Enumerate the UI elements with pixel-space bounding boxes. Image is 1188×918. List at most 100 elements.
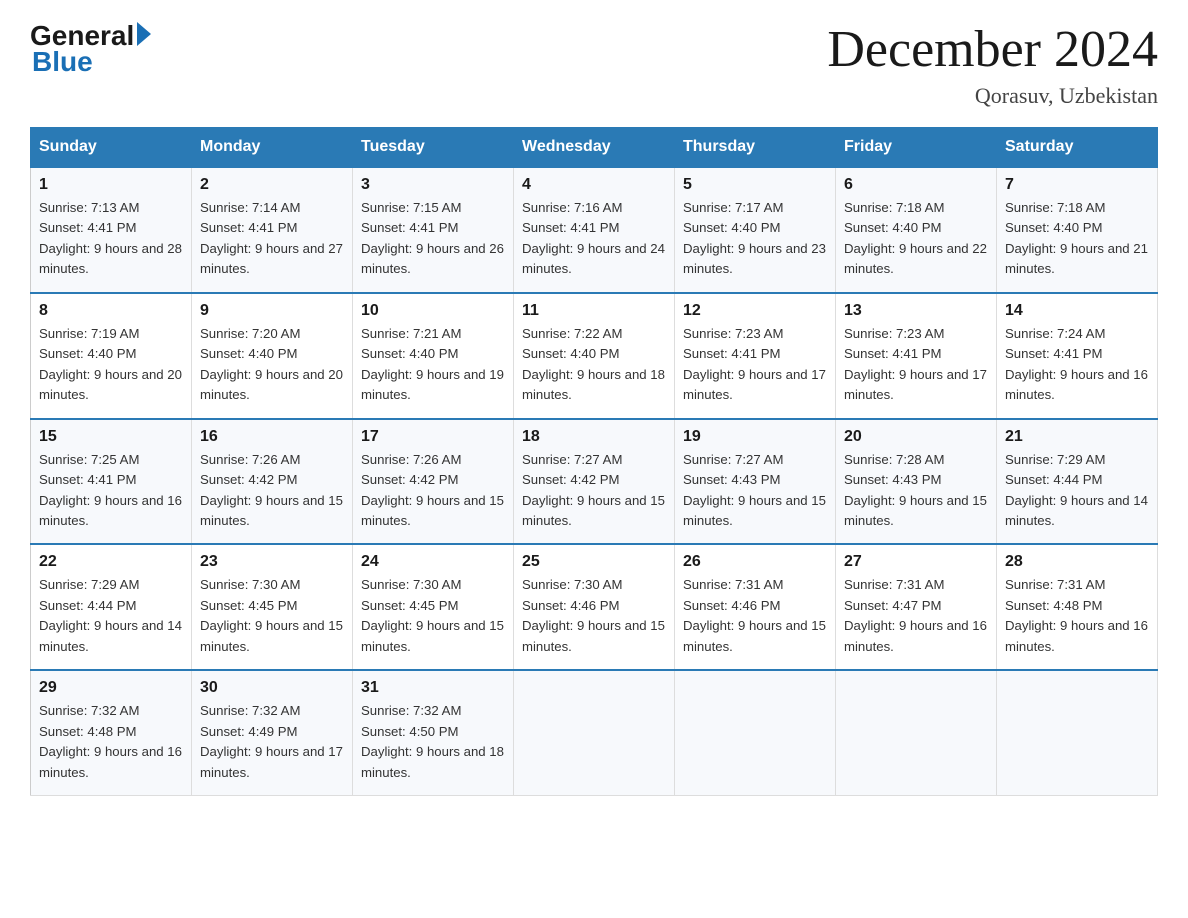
day-number: 31 <box>361 679 505 697</box>
day-info: Sunrise: 7:32 AMSunset: 4:50 PMDaylight:… <box>361 703 504 779</box>
day-info: Sunrise: 7:28 AMSunset: 4:43 PMDaylight:… <box>844 452 987 528</box>
day-info: Sunrise: 7:27 AMSunset: 4:42 PMDaylight:… <box>522 452 665 528</box>
calendar-cell <box>514 670 675 795</box>
calendar-week-row: 1 Sunrise: 7:13 AMSunset: 4:41 PMDayligh… <box>31 167 1158 293</box>
day-number: 25 <box>522 553 666 571</box>
day-number: 19 <box>683 428 827 446</box>
calendar-cell: 4 Sunrise: 7:16 AMSunset: 4:41 PMDayligh… <box>514 167 675 293</box>
calendar-cell: 5 Sunrise: 7:17 AMSunset: 4:40 PMDayligh… <box>675 167 836 293</box>
day-info: Sunrise: 7:21 AMSunset: 4:40 PMDaylight:… <box>361 326 504 402</box>
day-number: 18 <box>522 428 666 446</box>
day-number: 16 <box>200 428 344 446</box>
calendar-week-row: 8 Sunrise: 7:19 AMSunset: 4:40 PMDayligh… <box>31 293 1158 419</box>
calendar-cell: 7 Sunrise: 7:18 AMSunset: 4:40 PMDayligh… <box>997 167 1158 293</box>
day-info: Sunrise: 7:23 AMSunset: 4:41 PMDaylight:… <box>844 326 987 402</box>
day-number: 9 <box>200 302 344 320</box>
day-info: Sunrise: 7:30 AMSunset: 4:46 PMDaylight:… <box>522 577 665 653</box>
day-info: Sunrise: 7:29 AMSunset: 4:44 PMDaylight:… <box>1005 452 1148 528</box>
calendar-cell: 9 Sunrise: 7:20 AMSunset: 4:40 PMDayligh… <box>192 293 353 419</box>
calendar-cell: 22 Sunrise: 7:29 AMSunset: 4:44 PMDaylig… <box>31 544 192 670</box>
location-subtitle: Qorasuv, Uzbekistan <box>827 83 1158 109</box>
day-number: 28 <box>1005 553 1149 571</box>
day-info: Sunrise: 7:32 AMSunset: 4:48 PMDaylight:… <box>39 703 182 779</box>
title-block: December 2024 Qorasuv, Uzbekistan <box>827 20 1158 109</box>
day-info: Sunrise: 7:20 AMSunset: 4:40 PMDaylight:… <box>200 326 343 402</box>
day-number: 14 <box>1005 302 1149 320</box>
column-header-monday: Monday <box>192 128 353 168</box>
calendar-cell: 15 Sunrise: 7:25 AMSunset: 4:41 PMDaylig… <box>31 419 192 545</box>
calendar-cell: 16 Sunrise: 7:26 AMSunset: 4:42 PMDaylig… <box>192 419 353 545</box>
calendar-cell: 21 Sunrise: 7:29 AMSunset: 4:44 PMDaylig… <box>997 419 1158 545</box>
day-info: Sunrise: 7:16 AMSunset: 4:41 PMDaylight:… <box>522 200 665 276</box>
day-info: Sunrise: 7:32 AMSunset: 4:49 PMDaylight:… <box>200 703 343 779</box>
day-info: Sunrise: 7:17 AMSunset: 4:40 PMDaylight:… <box>683 200 826 276</box>
column-header-sunday: Sunday <box>31 128 192 168</box>
calendar-header-row: SundayMondayTuesdayWednesdayThursdayFrid… <box>31 128 1158 168</box>
calendar-week-row: 15 Sunrise: 7:25 AMSunset: 4:41 PMDaylig… <box>31 419 1158 545</box>
day-info: Sunrise: 7:24 AMSunset: 4:41 PMDaylight:… <box>1005 326 1148 402</box>
calendar-cell: 23 Sunrise: 7:30 AMSunset: 4:45 PMDaylig… <box>192 544 353 670</box>
day-number: 23 <box>200 553 344 571</box>
column-header-friday: Friday <box>836 128 997 168</box>
calendar-cell: 8 Sunrise: 7:19 AMSunset: 4:40 PMDayligh… <box>31 293 192 419</box>
logo: General Blue <box>30 20 151 78</box>
calendar-cell: 12 Sunrise: 7:23 AMSunset: 4:41 PMDaylig… <box>675 293 836 419</box>
day-info: Sunrise: 7:31 AMSunset: 4:47 PMDaylight:… <box>844 577 987 653</box>
calendar-cell: 11 Sunrise: 7:22 AMSunset: 4:40 PMDaylig… <box>514 293 675 419</box>
month-title: December 2024 <box>827 20 1158 79</box>
calendar-cell: 10 Sunrise: 7:21 AMSunset: 4:40 PMDaylig… <box>353 293 514 419</box>
calendar-cell: 2 Sunrise: 7:14 AMSunset: 4:41 PMDayligh… <box>192 167 353 293</box>
day-info: Sunrise: 7:18 AMSunset: 4:40 PMDaylight:… <box>844 200 987 276</box>
calendar-cell: 26 Sunrise: 7:31 AMSunset: 4:46 PMDaylig… <box>675 544 836 670</box>
day-info: Sunrise: 7:13 AMSunset: 4:41 PMDaylight:… <box>39 200 182 276</box>
calendar-cell: 17 Sunrise: 7:26 AMSunset: 4:42 PMDaylig… <box>353 419 514 545</box>
day-info: Sunrise: 7:25 AMSunset: 4:41 PMDaylight:… <box>39 452 182 528</box>
calendar-cell: 27 Sunrise: 7:31 AMSunset: 4:47 PMDaylig… <box>836 544 997 670</box>
day-info: Sunrise: 7:31 AMSunset: 4:46 PMDaylight:… <box>683 577 826 653</box>
day-info: Sunrise: 7:22 AMSunset: 4:40 PMDaylight:… <box>522 326 665 402</box>
day-number: 10 <box>361 302 505 320</box>
logo-arrow-icon <box>137 22 151 46</box>
day-info: Sunrise: 7:14 AMSunset: 4:41 PMDaylight:… <box>200 200 343 276</box>
day-number: 7 <box>1005 176 1149 194</box>
day-info: Sunrise: 7:27 AMSunset: 4:43 PMDaylight:… <box>683 452 826 528</box>
column-header-saturday: Saturday <box>997 128 1158 168</box>
day-number: 15 <box>39 428 183 446</box>
logo-blue-text: Blue <box>32 46 93 78</box>
day-number: 6 <box>844 176 988 194</box>
calendar-cell: 29 Sunrise: 7:32 AMSunset: 4:48 PMDaylig… <box>31 670 192 795</box>
column-header-wednesday: Wednesday <box>514 128 675 168</box>
calendar-cell: 13 Sunrise: 7:23 AMSunset: 4:41 PMDaylig… <box>836 293 997 419</box>
calendar-cell: 14 Sunrise: 7:24 AMSunset: 4:41 PMDaylig… <box>997 293 1158 419</box>
calendar-cell: 3 Sunrise: 7:15 AMSunset: 4:41 PMDayligh… <box>353 167 514 293</box>
day-number: 4 <box>522 176 666 194</box>
calendar-week-row: 29 Sunrise: 7:32 AMSunset: 4:48 PMDaylig… <box>31 670 1158 795</box>
column-header-tuesday: Tuesday <box>353 128 514 168</box>
day-info: Sunrise: 7:31 AMSunset: 4:48 PMDaylight:… <box>1005 577 1148 653</box>
day-number: 17 <box>361 428 505 446</box>
day-info: Sunrise: 7:19 AMSunset: 4:40 PMDaylight:… <box>39 326 182 402</box>
calendar-cell: 19 Sunrise: 7:27 AMSunset: 4:43 PMDaylig… <box>675 419 836 545</box>
calendar-cell <box>836 670 997 795</box>
day-number: 24 <box>361 553 505 571</box>
page-header: General Blue December 2024 Qorasuv, Uzbe… <box>30 20 1158 109</box>
calendar-cell: 6 Sunrise: 7:18 AMSunset: 4:40 PMDayligh… <box>836 167 997 293</box>
day-number: 27 <box>844 553 988 571</box>
day-info: Sunrise: 7:30 AMSunset: 4:45 PMDaylight:… <box>200 577 343 653</box>
day-info: Sunrise: 7:15 AMSunset: 4:41 PMDaylight:… <box>361 200 504 276</box>
calendar-table: SundayMondayTuesdayWednesdayThursdayFrid… <box>30 127 1158 796</box>
column-header-thursday: Thursday <box>675 128 836 168</box>
day-number: 30 <box>200 679 344 697</box>
day-info: Sunrise: 7:23 AMSunset: 4:41 PMDaylight:… <box>683 326 826 402</box>
calendar-cell: 25 Sunrise: 7:30 AMSunset: 4:46 PMDaylig… <box>514 544 675 670</box>
calendar-cell <box>997 670 1158 795</box>
calendar-cell: 31 Sunrise: 7:32 AMSunset: 4:50 PMDaylig… <box>353 670 514 795</box>
day-number: 11 <box>522 302 666 320</box>
day-number: 1 <box>39 176 183 194</box>
calendar-cell: 1 Sunrise: 7:13 AMSunset: 4:41 PMDayligh… <box>31 167 192 293</box>
day-number: 20 <box>844 428 988 446</box>
calendar-cell: 24 Sunrise: 7:30 AMSunset: 4:45 PMDaylig… <box>353 544 514 670</box>
day-number: 26 <box>683 553 827 571</box>
calendar-cell: 30 Sunrise: 7:32 AMSunset: 4:49 PMDaylig… <box>192 670 353 795</box>
day-number: 5 <box>683 176 827 194</box>
